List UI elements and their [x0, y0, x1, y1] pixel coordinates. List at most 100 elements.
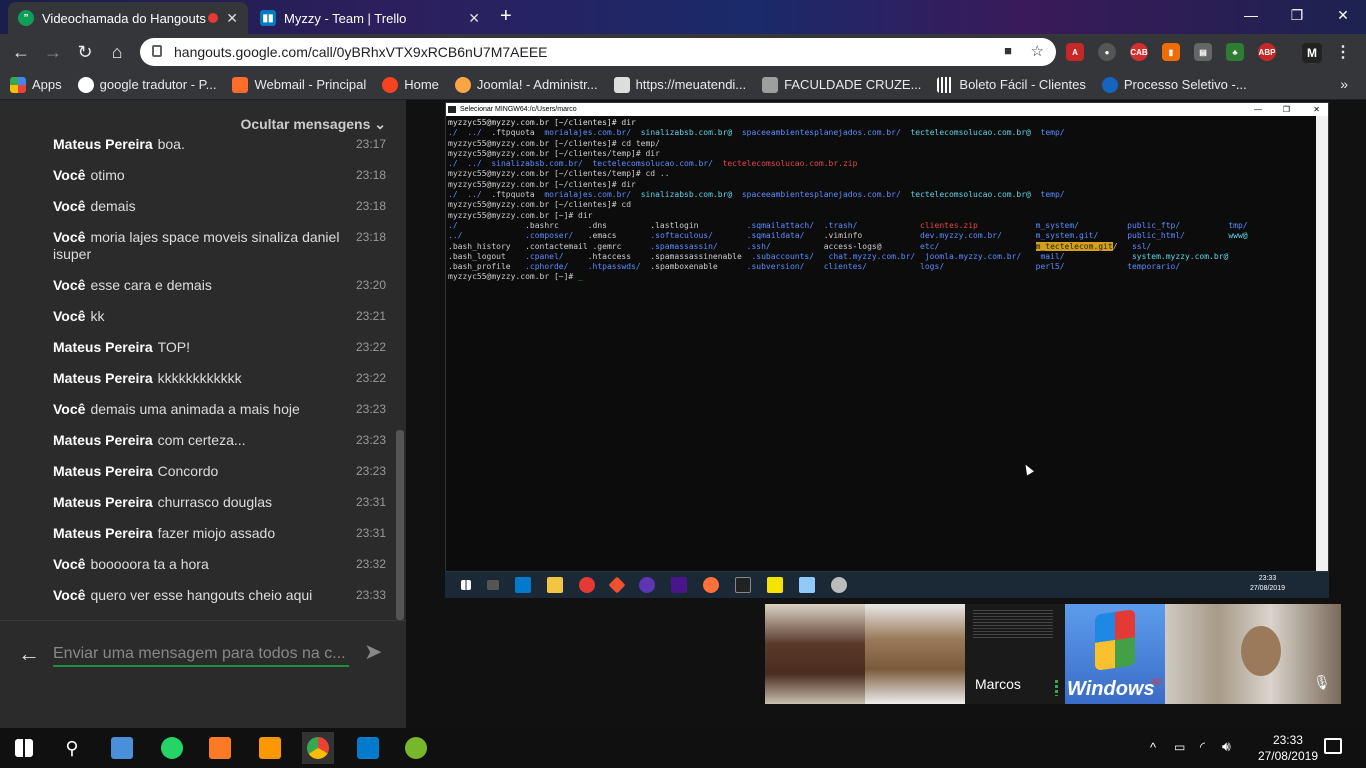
close-icon[interactable]: ✕: [226, 10, 238, 27]
maximize-button[interactable]: ❐: [1274, 0, 1320, 30]
taskbar-chrome[interactable]: [302, 732, 334, 764]
barcode-icon: [937, 76, 954, 93]
battery-icon[interactable]: ▭: [1174, 740, 1185, 754]
message-text: esse cara e demais: [90, 277, 212, 293]
taskbar-whatsapp[interactable]: [156, 732, 188, 764]
message-sender: Você: [53, 308, 86, 324]
vscode-icon: [515, 577, 531, 593]
notification-icon[interactable]: [1324, 738, 1342, 754]
back-button[interactable]: ←: [8, 40, 34, 64]
recording-icon: [208, 13, 218, 23]
menu-icon[interactable]: ⋮: [1334, 43, 1352, 61]
new-tab-button[interactable]: +: [500, 5, 512, 28]
desktop-icon: [111, 737, 133, 759]
cab-extension-icon[interactable]: CAB: [1130, 43, 1148, 61]
start-button[interactable]: [8, 732, 40, 764]
hide-messages-button[interactable]: Ocultar mensagens ⌄: [240, 116, 386, 133]
close-icon[interactable]: ✕: [468, 10, 480, 27]
chat-message: Mateus Pereira TOP!: [53, 339, 353, 356]
app-icon: [799, 577, 815, 593]
bookmark-meuatendimento[interactable]: https://meuatendi...: [613, 76, 746, 93]
home-button[interactable]: ⌂: [104, 40, 130, 64]
pdf-extension-icon[interactable]: A: [1066, 43, 1084, 61]
browser-toolbar: ← → ↻ ⌂ hangouts.google.com/call/0yBRhxV…: [0, 34, 1366, 70]
participant-windows[interactable]: Windows xp: [1065, 604, 1165, 704]
close-window-button[interactable]: ✕: [1320, 0, 1366, 30]
participant-video-1[interactable]: [765, 604, 865, 704]
sticky-notes-icon: [767, 577, 783, 593]
chat-message: Você esse cara e demais: [53, 277, 353, 294]
chat-message: Mateus Pereira boa.: [53, 136, 353, 153]
extension-icon[interactable]: ▤: [1194, 43, 1212, 61]
volume-icon[interactable]: 🔊︎: [1222, 738, 1231, 755]
tray-chevron-icon[interactable]: ^: [1150, 740, 1156, 755]
xampp-icon: [209, 737, 231, 759]
taskbar-utorrent[interactable]: [400, 732, 432, 764]
more-bookmarks-icon[interactable]: »: [1340, 76, 1348, 92]
chat-message-input[interactable]: [53, 643, 349, 667]
send-icon[interactable]: ➤: [364, 639, 382, 665]
video-stage: Selecionar MINGW64:/c/Users/marco — ❐ ✕ …: [406, 100, 1366, 728]
wifi-icon[interactable]: ◜: [1200, 739, 1205, 755]
profile-avatar[interactable]: M: [1302, 43, 1322, 63]
back-arrow-icon[interactable]: ←: [18, 641, 40, 667]
forward-button[interactable]: →: [40, 40, 66, 64]
apps-icon: [10, 76, 26, 93]
tab-strip: ” Videochamada do Hangouts ✕ ▮▮ Myzzy - …: [0, 0, 1366, 34]
bookmark-faculdade[interactable]: FACULDADE CRUZE...: [762, 76, 921, 93]
tab-title: Myzzy - Team | Trello: [284, 10, 407, 26]
participant-video-self[interactable]: 🎙︎: [1165, 604, 1341, 704]
chat-message: Mateus Pereira Concordo: [53, 463, 353, 480]
firefox-icon: [703, 577, 719, 593]
chat-message: Mateus Pereira fazer miojo assado: [53, 525, 353, 542]
joomla-icon: [454, 76, 471, 93]
system-clock[interactable]: 23:33 27/08/2019: [1258, 732, 1318, 764]
extension-icon[interactable]: ♣: [1226, 43, 1244, 61]
address-bar[interactable]: hangouts.google.com/call/0yBRhxVTX9xRCB6…: [140, 38, 1056, 66]
extension-icon[interactable]: ▮: [1162, 43, 1180, 61]
windows-taskbar: ⚲ ^ ▭ ◜ 🔊︎ 23:33 27/08/2019: [0, 728, 1366, 768]
taskbar-xampp[interactable]: [204, 732, 236, 764]
adblock-icon[interactable]: ABP: [1258, 43, 1276, 61]
remote-taskbar: 23:33 27/08/2019: [445, 572, 1329, 598]
chat-message: Mateus Pereira churrasco douglas: [53, 494, 353, 511]
taskbar-vscode[interactable]: [352, 732, 384, 764]
bookmark-joomla[interactable]: Joomla! - Administr...: [454, 76, 598, 93]
terminal-window: Selecionar MINGW64:/c/Users/marco — ❐ ✕ …: [445, 102, 1329, 572]
chat-message: Você moria lajes space moveis sinaliza da…: [53, 229, 353, 263]
bookmark-google-tradutor[interactable]: google tradutor - P...: [77, 76, 216, 93]
participant-video-2[interactable]: [865, 604, 965, 704]
minimize-button[interactable]: —: [1228, 0, 1274, 30]
trello-icon: ▮▮: [260, 10, 276, 26]
message-text: otimo: [90, 167, 125, 183]
message-sender: Você: [53, 277, 86, 293]
taskbar-app[interactable]: [106, 732, 138, 764]
bookmark-processo[interactable]: Processo Seletivo -...: [1101, 76, 1247, 93]
windows-logo-icon: [1095, 609, 1135, 671]
chat-message: Você otimo: [53, 167, 353, 184]
tab-trello[interactable]: ▮▮ Myzzy - Team | Trello ✕: [250, 2, 490, 34]
mic-muted-icon: 🎙︎: [1313, 674, 1331, 690]
audio-level-icon: [1055, 680, 1058, 696]
opera-icon: [579, 577, 595, 593]
tab-title: Videochamada do Hangouts: [42, 10, 206, 26]
search-icon[interactable]: ⚲: [56, 732, 88, 764]
bookmark-apps[interactable]: Apps: [10, 76, 62, 93]
star-icon[interactable]: ☆: [1031, 42, 1044, 60]
message-sender: Você: [53, 229, 86, 245]
taskbar-sublime[interactable]: [254, 732, 286, 764]
tab-hangouts[interactable]: ” Videochamada do Hangouts ✕: [8, 2, 248, 34]
bookmark-boleto[interactable]: Boleto Fácil - Clientes: [937, 76, 1086, 93]
extension-icon[interactable]: ●: [1098, 43, 1116, 61]
camera-icon[interactable]: ■: [1004, 43, 1012, 58]
bookmark-webmail[interactable]: Webmail - Principal: [232, 76, 366, 93]
message-sender: Mateus Pereira: [53, 136, 153, 152]
bookmark-home[interactable]: Home: [382, 76, 439, 93]
participant-marcos[interactable]: Marcos: [965, 604, 1065, 704]
reload-button[interactable]: ↻: [72, 40, 98, 64]
message-time: 23:32: [356, 557, 387, 571]
chat-scrollbar[interactable]: [396, 430, 404, 620]
maximize-icon: ❐: [1282, 105, 1290, 114]
task-view-icon: [487, 580, 499, 590]
message-sender: Você: [53, 198, 86, 214]
